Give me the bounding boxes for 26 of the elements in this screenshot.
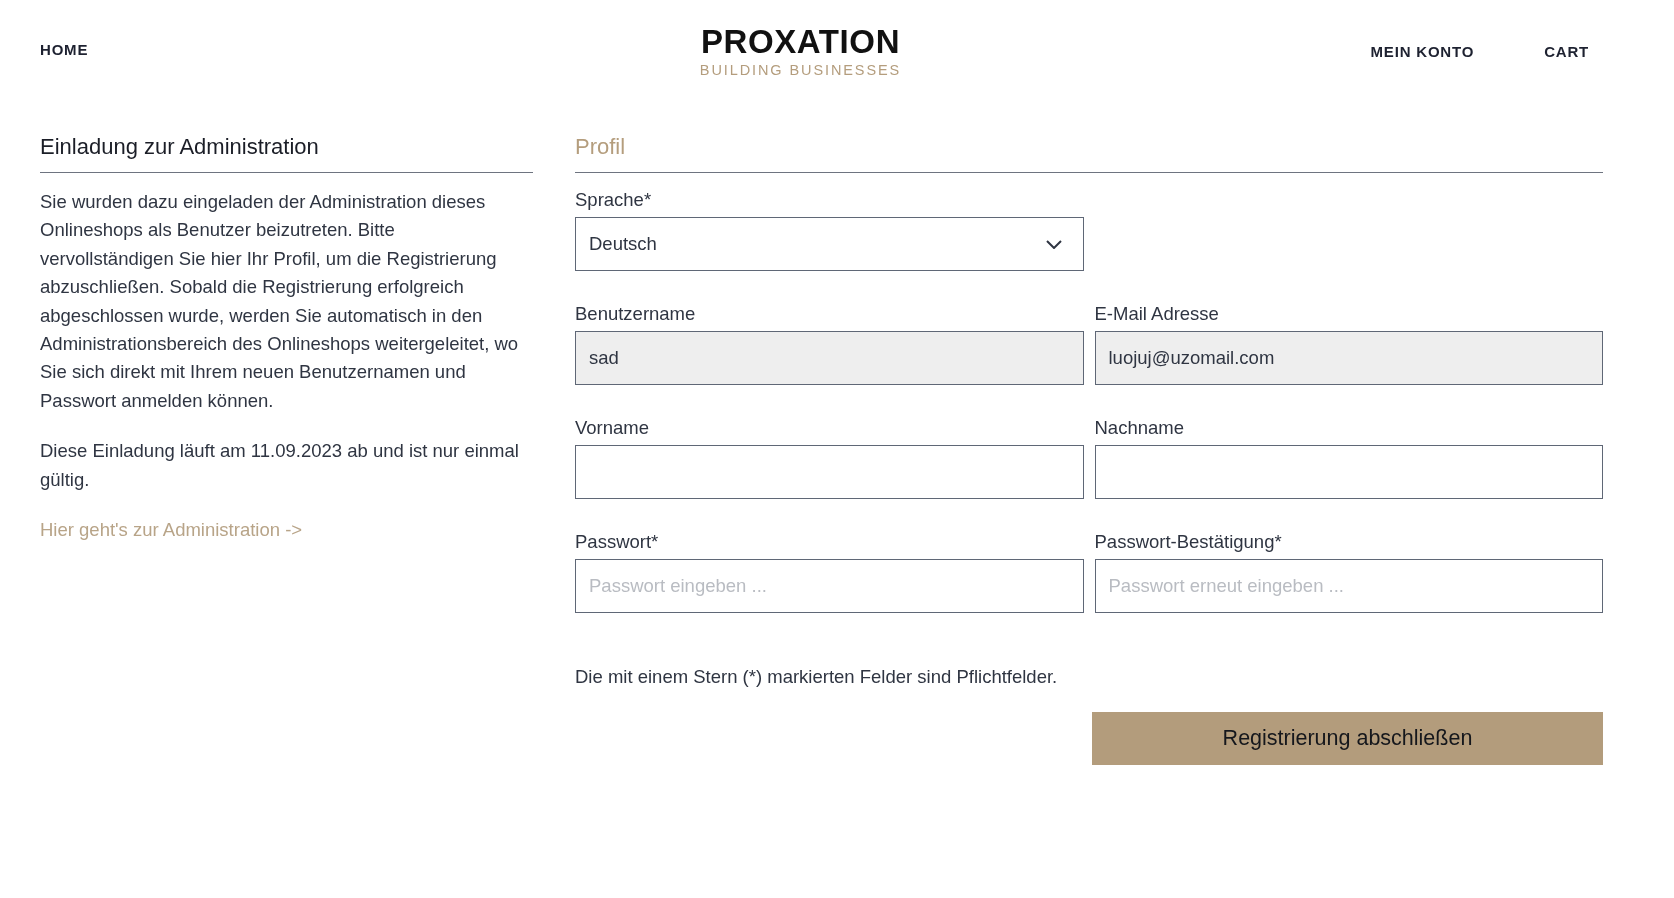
input-field[interactable]: sad — [575, 331, 1084, 385]
section-heading: Profil — [575, 133, 627, 161]
field-label: Passwort* — [575, 530, 660, 554]
required-note: Die mit einem Stern (*) markierten Felder sind Pflichtfelder. — [575, 665, 1059, 689]
nav-link[interactable]: MEIN KONTO — [1370, 41, 1475, 64]
input-field[interactable]: luojuj@uzomail.com — [1094, 331, 1603, 385]
nav-link[interactable]: HOME — [40, 38, 89, 62]
field-label: Vorname — [575, 416, 651, 440]
section-heading: Einladung zur Administration — [40, 133, 320, 161]
input-field[interactable]: Passwort erneut eingeben ... — [1094, 559, 1603, 613]
paragraph: Diese Einladung läuft am 11.09.2023 ab und ist nur einmal gültig. — [40, 439, 520, 492]
input-field[interactable] — [575, 445, 1084, 499]
language-select[interactable]: Deutsch — [575, 217, 1084, 271]
field-label: Passwort-Bestätigung* — [1094, 530, 1283, 554]
input-field[interactable]: Passwort eingeben ... — [575, 559, 1084, 613]
chevron-down-icon — [1045, 239, 1062, 249]
field-label: Nachname — [1094, 416, 1185, 440]
field-label: E-Mail Adresse — [1094, 302, 1220, 326]
paragraph: Sie wurden dazu eingeladen der Administration dieses Onlineshops als Benutzer beizutreten. Bitte vervollständigen Sie hier Ihr Profil, um die Registrierung abzuschließen. Sobald die Registrierung erfolgreich abgeschlossen wurde, werden Sie automatisch in den Administrationsbereich des Onlineshops weitergeleitet, wo Sie sich direkt mit Ihrem neuen Benutzernamen und Passwort anmelden können. — [40, 190, 520, 413]
submit-button[interactable]: Registrierung abschließen — [1092, 712, 1603, 765]
logo-tagline: BUILDING BUSINESSES — [699, 62, 902, 78]
field-label: Sprache* — [575, 188, 653, 212]
field-label: Benutzername — [575, 302, 697, 326]
logo-wordmark: PROXATION — [700, 24, 901, 58]
nav-link[interactable]: CART — [1544, 41, 1589, 64]
input-field[interactable] — [1094, 445, 1603, 499]
